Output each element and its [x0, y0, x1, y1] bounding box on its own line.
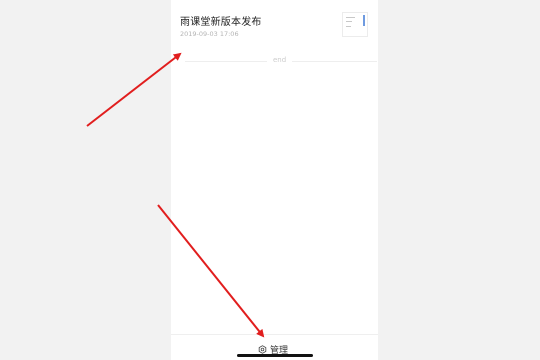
article-timestamp: 2019-09-03 17:06 — [180, 30, 239, 38]
end-of-list-label: end — [267, 56, 293, 64]
bottom-toolbar: 管理 — [171, 334, 378, 360]
article-thumbnail[interactable] — [342, 12, 368, 37]
screenshot-stage: 雨课堂新版本发布 2019-09-03 17:06 end 管理 — [0, 0, 540, 360]
thumbnail-text-line — [346, 26, 351, 27]
red-arrow-to-article — [86, 52, 182, 127]
thumbnail-accent-bar — [363, 15, 365, 26]
gear-icon — [258, 345, 267, 354]
article-title[interactable]: 雨课堂新版本发布 — [180, 13, 262, 28]
thumbnail-text-line — [346, 21, 352, 22]
home-indicator — [237, 354, 313, 357]
article-list-panel: 雨课堂新版本发布 2019-09-03 17:06 end 管理 — [171, 0, 378, 360]
thumbnail-text-line — [346, 17, 355, 18]
